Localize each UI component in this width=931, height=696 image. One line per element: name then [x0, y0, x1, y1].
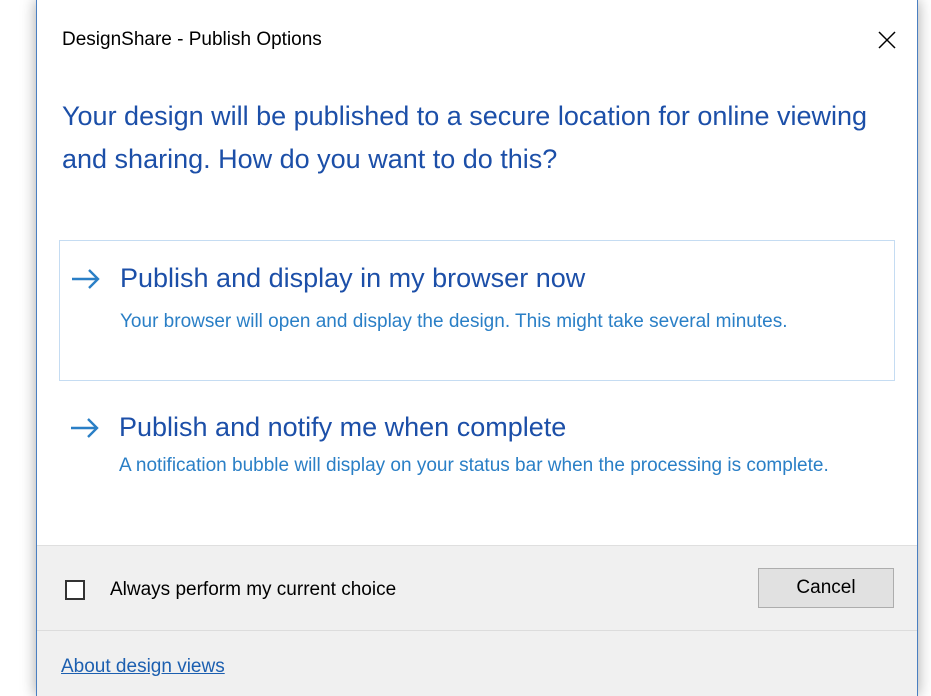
option-title: Publish and notify me when complete: [119, 412, 567, 442]
option-description: Your browser will open and display the d…: [120, 311, 788, 332]
always-perform-choice-checkbox[interactable]: [65, 580, 85, 600]
publish-options-dialog: DesignShare - Publish Options Your desig…: [36, 0, 918, 696]
dialog-footer: Always perform my current choice Cancel …: [37, 545, 917, 696]
option-publish-display-browser[interactable]: Publish and display in my browser now Yo…: [59, 240, 895, 381]
cancel-button[interactable]: Cancel: [758, 568, 894, 608]
option-title: Publish and display in my browser now: [120, 263, 586, 293]
right-arrow-icon: [71, 418, 99, 438]
dialog-title: DesignShare - Publish Options: [62, 29, 322, 50]
title-bar: DesignShare - Publish Options: [37, 0, 917, 82]
close-button[interactable]: [865, 18, 909, 62]
option-description: A notification bubble will display on yo…: [119, 455, 829, 476]
checkbox-label: Always perform my current choice: [110, 579, 397, 600]
main-instruction: Your design will be published to a secur…: [62, 101, 868, 174]
about-design-views-link[interactable]: About design views: [61, 656, 225, 678]
right-arrow-icon: [72, 269, 100, 289]
always-perform-choice-checkbox-row[interactable]: Always perform my current choice: [65, 579, 396, 601]
footer-divider: [37, 630, 917, 631]
option-publish-notify[interactable]: Publish and notify me when complete A no…: [59, 392, 895, 528]
close-icon: [878, 31, 896, 49]
